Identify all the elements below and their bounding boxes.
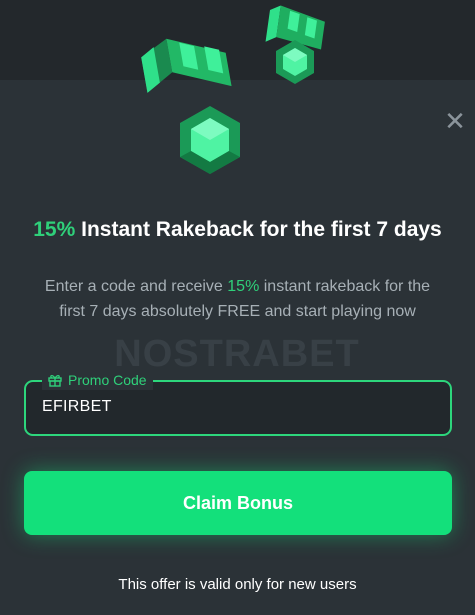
close-icon[interactable]: ✕	[441, 108, 469, 136]
gift-icon	[48, 375, 62, 387]
description-part1: Enter a code and receive	[44, 278, 228, 295]
headline-percent: 15%	[33, 218, 76, 241]
promo-code-label: Promo Code	[42, 370, 153, 390]
watermark-text: NOSTRABET	[114, 333, 359, 375]
offer-headline: 15% Instant Rakeback for the first 7 day…	[0, 218, 475, 242]
claim-bonus-button[interactable]: Claim Bonus	[24, 471, 452, 535]
promo-code-value[interactable]: EFIRBET	[42, 398, 112, 416]
description-percent: 15%	[227, 278, 260, 295]
headline-text: Instant Rakeback for the first 7 days	[75, 218, 442, 241]
offer-note: This offer is valid only for new users	[118, 576, 357, 593]
offer-description: Enter a code and receive 15% instant rak…	[30, 274, 445, 324]
emerald-gems-icon	[141, 5, 325, 174]
promo-label-text: Promo Code	[68, 372, 147, 388]
